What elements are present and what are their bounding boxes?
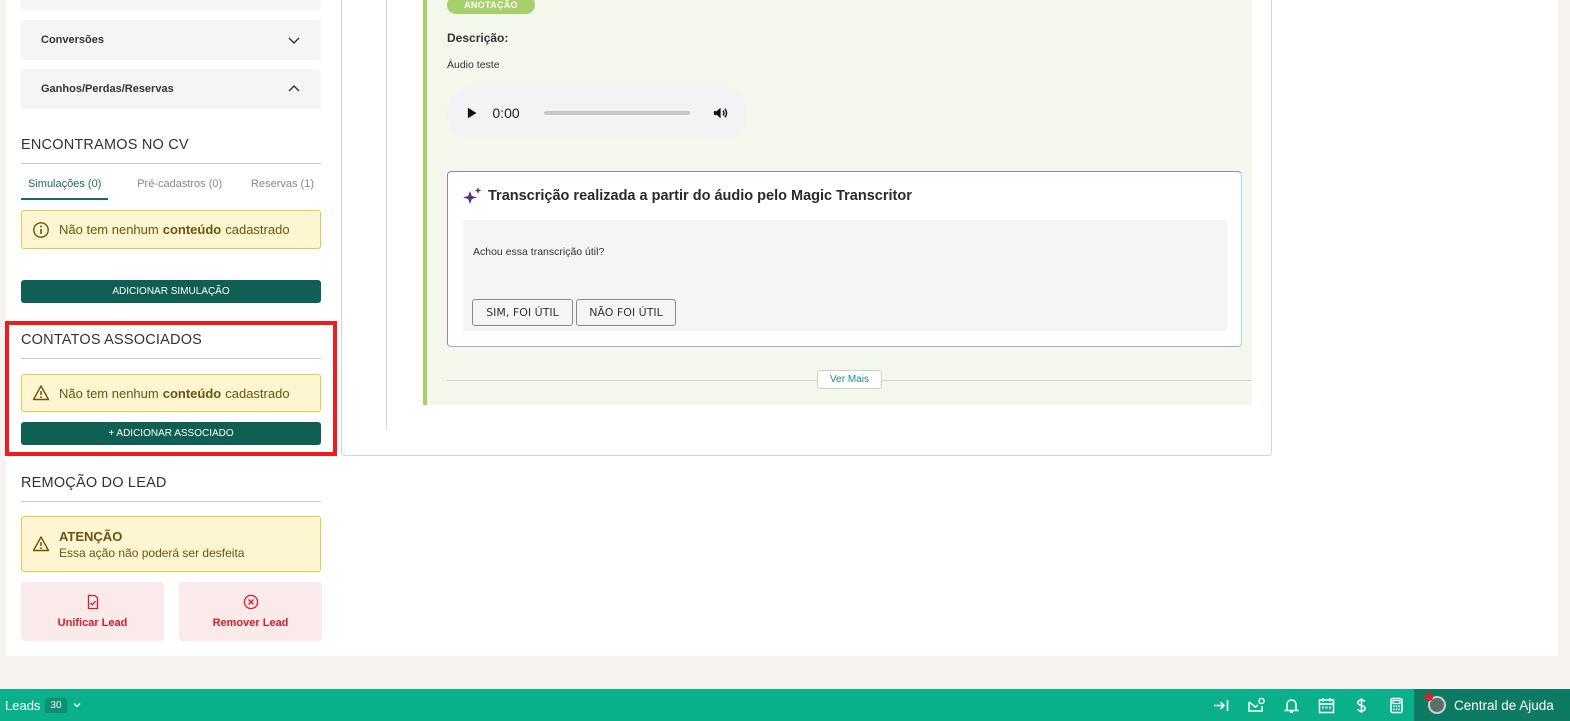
leads-selector[interactable]: Leads 30 <box>5 697 82 713</box>
chevron-down-icon <box>73 703 81 708</box>
attention-text-block: ATENÇÃO Essa ação não poderá ser desfeit… <box>59 529 244 560</box>
empty-content-notice: Não tem nenhum conteúdo cadastrado <box>21 210 321 249</box>
chat-support-icon <box>1425 693 1446 714</box>
close-circle-icon <box>243 594 258 610</box>
document-check-icon <box>87 594 98 610</box>
attention-title: ATENÇÃO <box>59 528 123 544</box>
accordion-ganhos-perdas[interactable]: Ganhos/Perdas/Reservas <box>21 69 321 109</box>
tab-reservas[interactable]: Reservas (1) <box>251 172 321 200</box>
feedback-question: Achou essa transcrição útil? <box>473 246 605 258</box>
unify-lead-button[interactable]: Unificar Lead <box>21 582 164 641</box>
bell-icon[interactable] <box>1274 696 1309 715</box>
notice-bold: conteúdo <box>162 222 222 237</box>
notification-dot <box>1425 693 1433 701</box>
transcription-card: Transcrição realizada a partir do áudio … <box>447 171 1242 347</box>
audio-progress-track[interactable] <box>544 111 690 115</box>
volume-icon[interactable] <box>712 104 729 122</box>
annotation-tag: ANOTAÇÃO <box>447 0 535 14</box>
unify-lead-label: Unificar Lead <box>57 617 128 629</box>
bottom-bar: Leads 30 Central de Ajuda <box>0 689 1570 721</box>
bottom-toolbar <box>1204 689 1414 721</box>
audio-player: 0:00 <box>447 86 747 140</box>
chevron-up-icon <box>288 85 300 92</box>
chevron-down-icon <box>288 37 300 44</box>
accordion-label: Conversões <box>41 34 104 46</box>
timeline-line <box>386 0 387 430</box>
see-more-button[interactable]: Ver Mais <box>817 370 882 389</box>
remove-lead-button[interactable]: Remover Lead <box>179 582 322 641</box>
leads-count-badge: 30 <box>45 697 67 713</box>
help-center-label: Central de Ajuda <box>1454 697 1554 713</box>
remove-lead-label: Remover Lead <box>212 617 289 629</box>
cv-tabs: Simulações (0) Pré-cadastros (0) Reserva… <box>21 172 321 200</box>
transcription-title: Transcrição realizada a partir do áudio … <box>488 188 912 204</box>
play-icon[interactable] <box>465 106 478 120</box>
accordion-previous[interactable] <box>21 0 321 10</box>
dollar-icon[interactable] <box>1344 696 1379 715</box>
attention-notice: ATENÇÃO Essa ação não poderá ser desfeit… <box>21 516 321 572</box>
section-title-removal: REMOÇÃO DO LEAD <box>21 475 321 502</box>
transcription-body: Achou essa transcrição útil? SIM, FOI ÚT… <box>463 220 1227 331</box>
tab-simulacoes[interactable]: Simulações (0) <box>21 172 109 200</box>
warning-icon <box>32 536 50 552</box>
sparkles-icon <box>463 187 482 204</box>
collapse-icon[interactable] <box>1204 696 1239 715</box>
feedback-yes-button[interactable]: SIM, FOI ÚTIL <box>472 299 573 326</box>
description-label: Descrição: <box>447 31 509 45</box>
notice-suffix: cadastrado <box>225 222 290 237</box>
mail-settings-icon[interactable] <box>1239 696 1274 715</box>
add-simulation-button[interactable]: ADICIONAR SIMULAÇÃO <box>21 280 321 303</box>
transcription-header: Transcrição realizada a partir do áudio … <box>462 185 912 207</box>
attention-text: Essa ação não poderá ser desfeita <box>59 545 245 560</box>
help-center-button[interactable]: Central de Ajuda <box>1414 689 1570 721</box>
accordion-label: Ganhos/Perdas/Reservas <box>41 83 174 95</box>
tab-pre-cadastros[interactable]: Pré-cadastros (0) <box>137 172 222 200</box>
section-title-cv: ENCONTRAMOS NO CV <box>21 137 321 164</box>
feedback-no-button[interactable]: NÃO FOI ÚTIL <box>576 299 676 326</box>
info-icon <box>33 221 49 238</box>
highlight-box <box>5 321 337 456</box>
audio-time: 0:00 <box>492 105 520 121</box>
calculator-icon[interactable] <box>1379 696 1414 715</box>
calendar-icon[interactable] <box>1309 696 1344 715</box>
accordion-conversoes[interactable]: Conversões <box>21 20 321 60</box>
description-text: Áudio teste <box>447 59 500 71</box>
leads-label: Leads <box>5 697 41 713</box>
notice-prefix: Não tem nenhum <box>59 222 159 237</box>
